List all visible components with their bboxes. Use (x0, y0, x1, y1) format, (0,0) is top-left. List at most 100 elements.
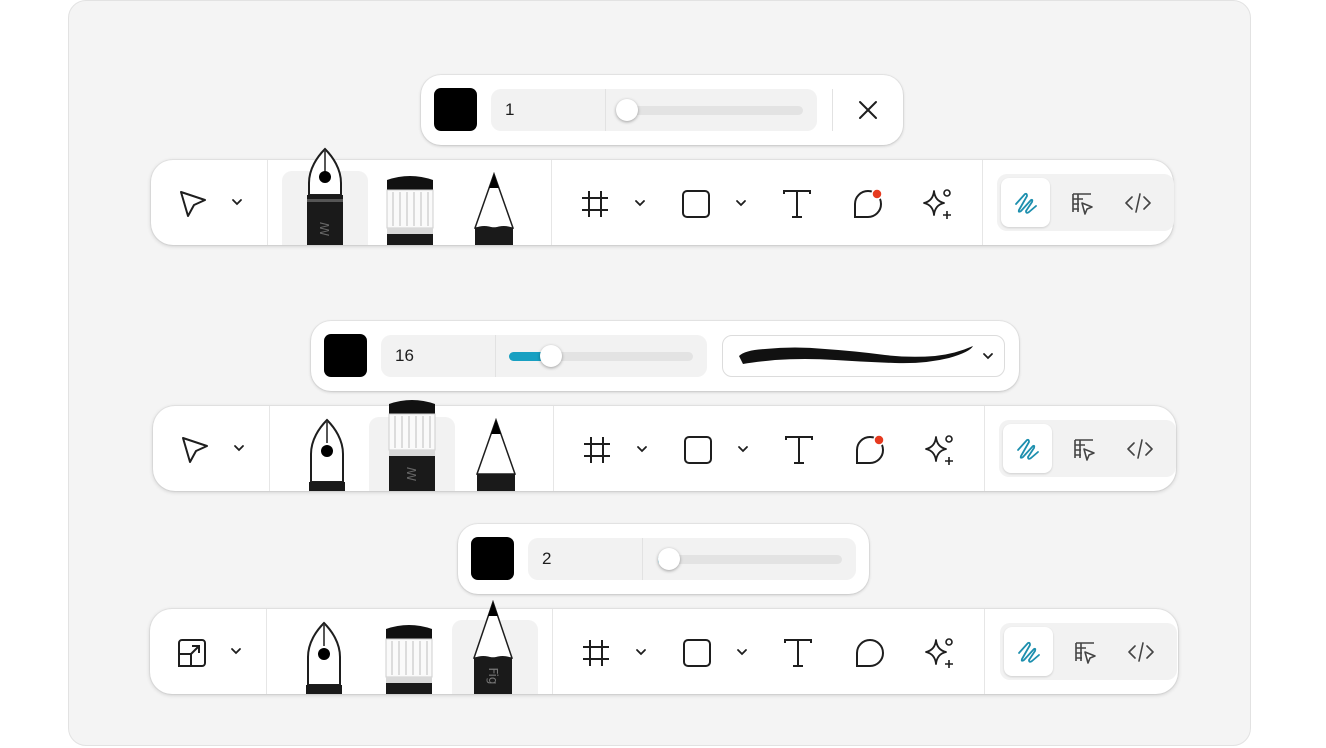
design-mode-button[interactable] (1059, 424, 1108, 473)
stroke-width-value[interactable]: 2 (542, 538, 551, 580)
rectangle-icon (683, 639, 711, 667)
scribble-icon (1017, 641, 1040, 663)
marker-engraving: ꟿ (405, 467, 419, 481)
text-icon (783, 190, 811, 218)
marker-tool[interactable] (382, 623, 436, 694)
stroke-width-value[interactable]: 1 (505, 89, 514, 131)
move-tool-button[interactable] (175, 430, 215, 470)
shape-tool-dropdown[interactable] (735, 441, 751, 457)
code-icon (1126, 438, 1153, 459)
stroke-width-slider[interactable] (658, 548, 842, 570)
toolbar-divider (984, 609, 985, 694)
scribble-icon (1016, 438, 1039, 460)
pencil-tool[interactable] (471, 418, 521, 491)
frame-tool-dropdown[interactable] (633, 644, 649, 660)
marker-tool[interactable] (383, 174, 437, 245)
stroke-width-slider[interactable] (616, 99, 803, 121)
comment-bubble-icon (856, 639, 884, 667)
stroke-width-field[interactable]: 1 (491, 89, 817, 131)
scale-tool-dropdown[interactable] (228, 643, 244, 659)
frame-hash-icon (584, 437, 610, 463)
toolbar-divider (982, 160, 983, 245)
move-tool-button[interactable] (173, 184, 213, 224)
pen-tool[interactable]: ꟿ (299, 147, 351, 245)
scribble-icon (1014, 192, 1037, 214)
pen-nib-icon (306, 621, 342, 694)
close-button[interactable] (849, 92, 887, 128)
dev-mode-button[interactable] (1113, 178, 1162, 227)
pencil-tool[interactable] (469, 172, 519, 245)
toolbar-divider (553, 406, 554, 491)
text-icon (784, 639, 812, 667)
comment-bubble-icon (856, 434, 885, 464)
design-mode-button[interactable] (1057, 178, 1106, 227)
frame-hash-icon (583, 640, 609, 666)
draw-mode-button[interactable] (1001, 178, 1050, 227)
shape-tool-dropdown[interactable] (733, 195, 749, 211)
slider-thumb[interactable] (616, 99, 638, 121)
shape-tool-dropdown[interactable] (734, 644, 750, 660)
slider-thumb[interactable] (658, 548, 680, 570)
move-tool-dropdown[interactable] (229, 194, 245, 210)
text-tool-button[interactable] (779, 430, 819, 470)
frame-tool-button[interactable] (577, 635, 615, 671)
scale-tool-button[interactable] (172, 633, 212, 673)
mode-switcher (1000, 623, 1177, 680)
chevron-down-icon (636, 649, 646, 656)
design-cursor-icon (1073, 438, 1095, 461)
color-swatch[interactable] (434, 88, 477, 131)
design-cursor-icon (1071, 192, 1093, 215)
shape-tool-button[interactable] (678, 635, 716, 671)
comment-tool-button[interactable] (849, 430, 889, 470)
comment-tool-button[interactable] (847, 184, 887, 224)
color-swatch[interactable] (471, 537, 514, 580)
frame-tool-dropdown[interactable] (632, 195, 648, 211)
frame-tool-button[interactable] (578, 432, 616, 468)
design-cursor-icon (1074, 641, 1096, 664)
design-mode-button[interactable] (1060, 627, 1109, 676)
text-tool-button[interactable] (777, 184, 817, 224)
comment-tool-button[interactable] (849, 633, 889, 673)
text-tool-button[interactable] (778, 633, 818, 673)
pen-tool[interactable] (298, 621, 350, 694)
marker-tool[interactable]: ꟿ (385, 398, 439, 491)
brush-preset-select[interactable] (722, 335, 1005, 377)
move-tool-dropdown[interactable] (231, 440, 247, 456)
frame-tool-button[interactable] (576, 186, 614, 222)
shape-tool-button[interactable] (679, 432, 717, 468)
code-icon (1127, 641, 1154, 662)
toolbar-divider (551, 160, 552, 245)
stroke-width-field[interactable]: 16 (381, 335, 707, 377)
code-icon (1124, 192, 1151, 213)
pen-nib-icon (309, 418, 345, 491)
chevron-down-icon (234, 445, 244, 452)
pencil-tool[interactable]: Fig (468, 600, 518, 694)
dev-mode-button[interactable] (1115, 424, 1164, 473)
text-icon (785, 436, 813, 464)
stroke-width-field[interactable]: 2 (528, 538, 856, 580)
ai-tool-button[interactable] (917, 184, 957, 224)
sparkle-plus-icon (923, 189, 951, 219)
ai-tool-button[interactable] (919, 430, 959, 470)
field-divider (605, 89, 606, 131)
marker-brush-icon: ꟿ (388, 400, 436, 491)
slider-thumb[interactable] (540, 345, 562, 367)
shape-tool-button[interactable] (677, 186, 715, 222)
chevron-down-icon (635, 200, 645, 207)
stroke-width-slider[interactable] (509, 345, 693, 367)
mode-switcher (997, 174, 1174, 231)
toolbar-pen: ꟿ (151, 147, 1174, 245)
stroke-width-value[interactable]: 16 (395, 335, 414, 377)
divider (832, 89, 833, 131)
ai-tool-button[interactable] (919, 633, 959, 673)
draw-mode-button[interactable] (1003, 424, 1052, 473)
dev-mode-button[interactable] (1116, 627, 1165, 676)
toolbar-divider (267, 160, 268, 245)
draw-mode-button[interactable] (1004, 627, 1053, 676)
frame-tool-dropdown[interactable] (634, 441, 650, 457)
toolbar-marker: ꟿ (153, 400, 1176, 491)
pen-tool[interactable] (301, 418, 353, 491)
color-swatch[interactable] (324, 334, 367, 377)
chevron-down-icon (637, 446, 647, 453)
toolbar-divider (269, 406, 270, 491)
